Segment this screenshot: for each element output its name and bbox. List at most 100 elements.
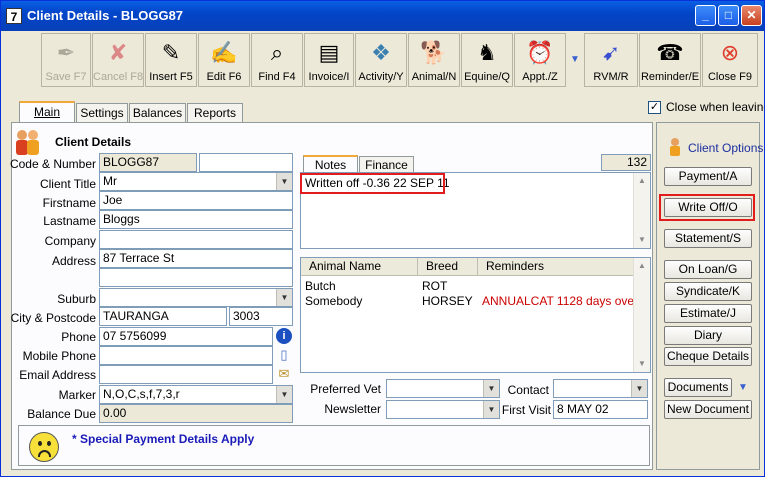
estimate-button[interactable]: Estimate/J: [664, 304, 752, 323]
postcode-field[interactable]: 3003: [229, 307, 293, 326]
title-bar: 7 Client Details - BLOGG87 _ □ ✕: [1, 1, 764, 31]
phone-field[interactable]: 07 5756099: [99, 327, 273, 346]
company-field[interactable]: [99, 230, 293, 249]
save-button[interactable]: ✒ Save F7: [41, 33, 91, 87]
first-visit-field[interactable]: 8 MAY 02: [553, 400, 648, 419]
animal-button[interactable]: 🐕 Animal/N: [408, 33, 460, 87]
city-field[interactable]: TAURANGA: [99, 307, 227, 326]
column-animal-name[interactable]: Animal Name: [301, 258, 418, 276]
checkbox-box[interactable]: ✓: [648, 101, 661, 114]
note-highlight-box: [300, 173, 445, 194]
email-envelope-icon[interactable]: ✉: [276, 366, 292, 382]
column-reminders[interactable]: Reminders: [478, 258, 635, 276]
mobile-phone-icon[interactable]: ▯: [276, 347, 292, 363]
on-loan-button[interactable]: On Loan/G: [664, 260, 752, 279]
syndicate-button[interactable]: Syndicate/K: [664, 282, 752, 301]
column-breed[interactable]: Breed: [418, 258, 478, 276]
invoice-button[interactable]: ▤ Invoice/I: [304, 33, 354, 87]
info-icon[interactable]: i: [276, 328, 292, 344]
client-details-title: Client Details: [55, 135, 132, 149]
special-payment-text: * Special Payment Details Apply: [72, 432, 255, 446]
insert-button[interactable]: ✎ Insert F5: [145, 33, 197, 87]
balance-field: 0.00: [99, 404, 293, 423]
cancel-button[interactable]: ✘ Cancel F8: [92, 33, 144, 87]
notes-count: 132: [601, 154, 651, 171]
firstname-field[interactable]: Joe: [99, 191, 293, 210]
diary-button[interactable]: Diary: [664, 326, 752, 345]
find-button[interactable]: ⌕ Find F4: [251, 33, 303, 87]
reminder-cell: ANNUALCAT 1128 days overdu: [482, 294, 634, 308]
edit-icon: ✍: [210, 40, 238, 65]
tab-balances[interactable]: Balances: [129, 103, 186, 123]
email-field[interactable]: [99, 365, 273, 384]
chevron-down-icon[interactable]: ▼: [631, 380, 647, 397]
address-line1-field[interactable]: 87 Terrace St: [99, 249, 293, 268]
table-row[interactable]: Butch ROT: [301, 278, 633, 294]
documents-dropdown-arrow-icon[interactable]: ▼: [735, 378, 751, 397]
title-label: Client Title: [39, 177, 96, 191]
scroll-down-icon[interactable]: ▼: [634, 356, 650, 372]
tab-notes[interactable]: Notes: [303, 155, 358, 173]
contact-select[interactable]: ▼: [553, 379, 648, 398]
notes-scrollbar[interactable]: ▲ ▼: [633, 173, 650, 248]
documents-button[interactable]: Documents: [664, 378, 732, 397]
write-off-highlight-box: [659, 194, 755, 221]
breed-cell: ROT: [422, 279, 448, 293]
chevron-down-icon[interactable]: ▼: [276, 386, 292, 403]
rvm-button[interactable]: ➹ RVM/R: [584, 33, 638, 87]
mobile-field[interactable]: [99, 346, 273, 365]
close-circle-icon: ⊗: [720, 40, 740, 65]
tab-main[interactable]: Main: [19, 101, 75, 123]
first-visit-label: First Visit: [501, 403, 551, 417]
horse-icon: ♞: [477, 40, 497, 65]
close-button[interactable]: ⊗ Close F9: [702, 33, 758, 87]
appointment-dropdown-arrow-icon[interactable]: ▼: [568, 33, 582, 87]
appointment-button[interactable]: ⏰ Appt./Z: [514, 33, 566, 87]
animal-name-cell: Butch: [305, 279, 336, 293]
scroll-down-icon[interactable]: ▼: [634, 232, 650, 248]
statement-button[interactable]: Statement/S: [664, 229, 752, 248]
close-when-leaving-label: Close when leaving: [666, 100, 765, 114]
tab-finance[interactable]: Finance: [359, 156, 414, 173]
scroll-up-icon[interactable]: ▲: [634, 173, 650, 189]
address-line2-field[interactable]: [99, 268, 293, 287]
minimize-icon[interactable]: _: [695, 5, 716, 26]
quill-icon: ✒: [56, 40, 76, 65]
insert-icon: ✎: [161, 40, 181, 65]
tab-reports[interactable]: Reports: [187, 103, 243, 123]
maximize-icon[interactable]: □: [718, 5, 739, 26]
edit-button[interactable]: ✍ Edit F6: [198, 33, 250, 87]
suburb-select[interactable]: ▼: [99, 288, 293, 307]
activity-button[interactable]: ❖ Activity/Y: [355, 33, 407, 87]
rvm-icon: ➹: [601, 40, 621, 65]
cheque-details-button[interactable]: Cheque Details: [664, 347, 752, 366]
close-icon[interactable]: ✕: [741, 5, 762, 26]
cross-icon: ✘: [108, 40, 128, 65]
animal-list-scrollbar[interactable]: ▲ ▼: [633, 258, 650, 372]
contact-label: Contact: [507, 383, 549, 397]
table-row[interactable]: Somebody HORSEY ANNUALCAT 1128 days over…: [301, 293, 634, 309]
equine-button[interactable]: ♞ Equine/Q: [461, 33, 513, 87]
new-document-button[interactable]: New Document: [664, 400, 752, 419]
chevron-down-icon[interactable]: ▼: [276, 289, 292, 306]
reminder-button[interactable]: ☎ Reminder/E: [639, 33, 701, 87]
dog-icon: 🐕: [420, 40, 448, 65]
company-label: Company: [44, 234, 96, 248]
toolbar: ✒ Save F7 ✘ Cancel F8 ✎ Insert F5 ✍ Edit…: [1, 31, 764, 91]
sad-face-icon: [29, 432, 59, 462]
address-label: Address: [51, 254, 96, 268]
animal-list[interactable]: Animal Name Breed Reminders Butch ROT So…: [300, 257, 651, 373]
clock-icon: ⏰: [526, 40, 554, 65]
chevron-down-icon[interactable]: ▼: [276, 173, 292, 190]
marker-select[interactable]: N,O,C,s,f,7,3,r ▼: [99, 385, 293, 404]
code-label: Code & Number: [9, 157, 96, 171]
title-select[interactable]: Mr ▼: [99, 172, 293, 191]
number-field[interactable]: [199, 153, 293, 172]
suburb-label: Suburb: [57, 292, 96, 306]
lastname-field[interactable]: Bloggs: [99, 210, 293, 229]
scroll-up-icon[interactable]: ▲: [634, 258, 650, 274]
tab-settings[interactable]: Settings: [76, 103, 128, 123]
invoice-icon: ▤: [318, 40, 340, 65]
code-field[interactable]: BLOGG87: [99, 153, 197, 172]
payment-button[interactable]: Payment/A: [664, 167, 752, 186]
